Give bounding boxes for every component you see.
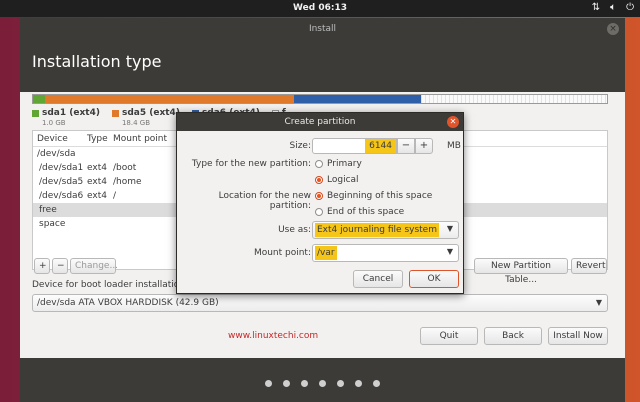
new-partition-table-button[interactable]: New Partition Table... <box>474 258 568 285</box>
row-device: /dev/sda5 <box>39 177 84 187</box>
legend-size: 18.4 GB <box>121 119 151 127</box>
clock[interactable]: Wed 06:13 <box>0 3 640 13</box>
row-device: free space <box>39 205 66 229</box>
revert-button[interactable]: Revert <box>571 258 607 274</box>
boot-loader-label: Device for boot loader installation <box>32 280 186 290</box>
size-input[interactable]: 6144 <box>312 138 397 154</box>
use-as-value: Ext4 journaling file system <box>315 223 439 237</box>
row-device: /dev/sda <box>37 149 76 159</box>
dialog-title: Create partition <box>284 117 356 127</box>
boot-loader-value: /dev/sda ATA VBOX HARDDISK (42.9 GB) <box>37 298 219 308</box>
radio-circle[interactable] <box>315 176 323 184</box>
mount-point-combo[interactable]: /var ▼ <box>312 244 459 262</box>
column-header-type[interactable]: Type <box>85 131 111 146</box>
system-tray[interactable]: ⇅ 🔈︎ ⏻ <box>592 2 634 14</box>
power-icon[interactable]: ⏻ <box>626 2 634 14</box>
radio-end[interactable]: End of this space <box>315 207 404 217</box>
page-header: Installation type <box>20 40 625 92</box>
volume-icon[interactable]: 🔈︎ <box>610 2 616 14</box>
radio-circle[interactable] <box>315 208 323 216</box>
dialog-titlebar: Create partition ✕ <box>177 113 463 131</box>
radio-label[interactable]: Logical <box>327 175 359 185</box>
remove-partition-button[interactable]: − <box>52 258 68 274</box>
radio-beginning[interactable]: Beginning of this space <box>315 191 432 201</box>
row-type: ext4 <box>87 163 107 173</box>
back-button[interactable]: Back <box>484 327 542 345</box>
radio-label[interactable]: Primary <box>327 159 362 169</box>
cancel-button[interactable]: Cancel <box>353 270 403 288</box>
window-title: Install <box>308 24 337 34</box>
progress-dot <box>283 380 290 387</box>
legend-item-sda5: sda5 (ext4) 18.4 GB <box>111 108 180 128</box>
partition-type-label: Type for the new partition: <box>191 159 311 169</box>
disk-segment-sda6 <box>294 95 421 103</box>
radio-circle[interactable] <box>315 160 323 168</box>
disk-segment-sda5 <box>45 95 294 103</box>
install-now-button[interactable]: Install Now <box>548 327 608 345</box>
use-as-label: Use as: <box>278 225 311 235</box>
disk-usage-bar <box>32 94 608 104</box>
progress-dots <box>20 380 625 387</box>
progress-dot <box>301 380 308 387</box>
mount-point-label: Mount point: <box>253 248 311 258</box>
size-label: Size: <box>289 141 311 151</box>
top-bar: Wed 06:13 ⇅ 🔈︎ ⏻ <box>0 0 640 17</box>
radio-label[interactable]: End of this space <box>327 207 404 217</box>
legend-name: sda5 (ext4) <box>121 108 180 118</box>
dialog-close-icon[interactable]: ✕ <box>447 116 459 128</box>
radio-circle[interactable] <box>315 192 323 200</box>
legend-swatch <box>111 110 119 117</box>
add-partition-button[interactable]: + <box>34 258 50 274</box>
legend-size: 1.0 GB <box>42 119 66 127</box>
page-title: Installation type <box>32 52 162 71</box>
column-header-device[interactable]: Device <box>33 131 85 146</box>
create-partition-dialog: Create partition ✕ Size: 6144 − + MB Typ… <box>176 112 464 294</box>
disk-segment-sda1 <box>33 95 45 103</box>
mount-point-value: /var <box>315 246 337 260</box>
row-type <box>85 203 111 217</box>
network-icon[interactable]: ⇅ <box>592 2 600 14</box>
window-close-button[interactable]: × <box>607 23 619 35</box>
row-type <box>85 147 111 161</box>
legend-item-sda1: sda1 (ext4) 1.0 GB <box>32 108 100 128</box>
ok-button[interactable]: OK <box>409 270 459 288</box>
dropdown-arrow-icon: ▼ <box>446 247 453 256</box>
use-as-select[interactable]: Ext4 journaling file system ▼ <box>312 221 459 239</box>
size-unit: MB <box>447 141 461 151</box>
watermark: www.linuxtechi.com <box>228 331 319 341</box>
legend-swatch <box>32 110 39 117</box>
size-value: 6144 <box>365 139 396 153</box>
legend-name: sda1 (ext4) <box>42 108 100 118</box>
installer-footer <box>20 358 625 402</box>
disk-segment-free <box>421 95 607 103</box>
row-type: ext4 <box>87 177 107 187</box>
radio-label[interactable]: Beginning of this space <box>327 191 432 201</box>
progress-dot <box>373 380 380 387</box>
progress-dot <box>319 380 326 387</box>
progress-dot <box>337 380 344 387</box>
row-type: ext4 <box>87 191 107 201</box>
dropdown-arrow-icon: ▼ <box>595 298 602 307</box>
progress-dot <box>265 380 272 387</box>
dropdown-arrow-icon: ▼ <box>446 224 453 233</box>
size-increment-button[interactable]: + <box>415 138 433 154</box>
boot-loader-select[interactable]: /dev/sda ATA VBOX HARDDISK (42.9 GB) ▼ <box>32 294 608 312</box>
progress-dot <box>355 380 362 387</box>
row-device: /dev/sda6 <box>39 191 84 201</box>
row-device: /dev/sda1 <box>39 163 84 173</box>
size-decrement-button[interactable]: − <box>397 138 415 154</box>
quit-button[interactable]: Quit <box>420 327 478 345</box>
change-partition-button[interactable]: Change... <box>70 258 118 274</box>
radio-primary[interactable]: Primary <box>315 159 362 169</box>
radio-logical[interactable]: Logical <box>315 175 359 185</box>
location-label: Location for the new partition: <box>218 191 311 211</box>
window-titlebar: Install × <box>20 18 625 40</box>
